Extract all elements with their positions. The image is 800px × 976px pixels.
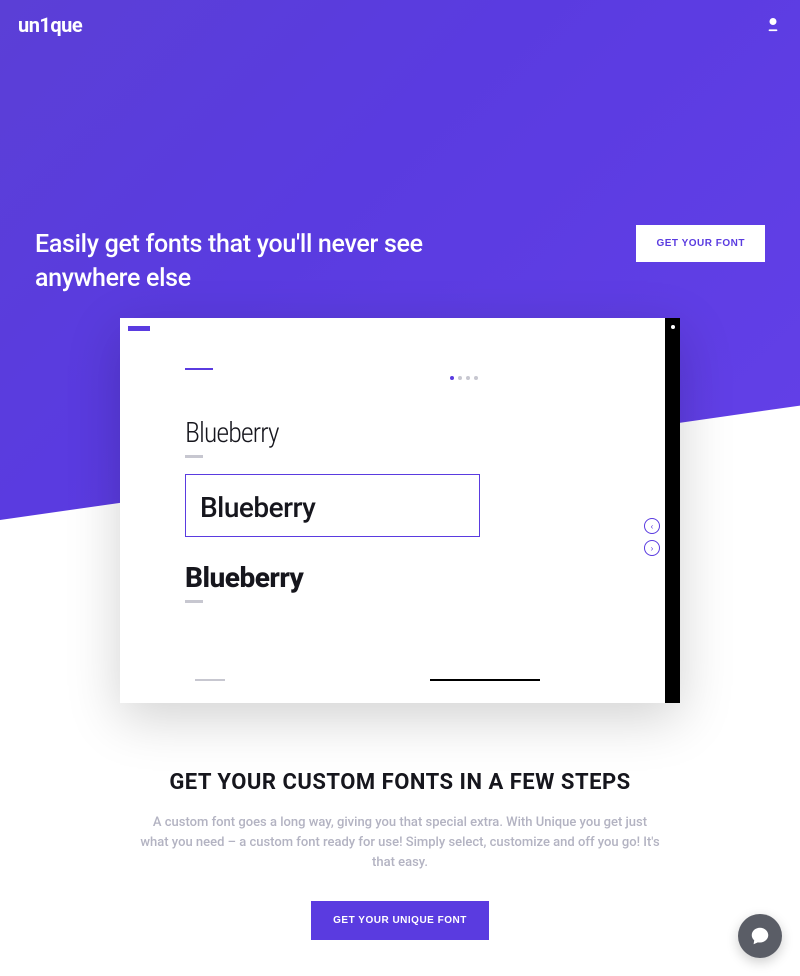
prev-sample-button[interactable]: ‹ (644, 518, 660, 534)
sample-text: Blueberry (200, 491, 465, 524)
sample-underline (185, 600, 203, 603)
preview-content: Blueberry Blueberry Blueberry ‹ › (185, 368, 640, 693)
footer-line (430, 679, 540, 681)
footer-line (195, 679, 225, 681)
sample-nav-arrows: ‹ › (644, 518, 660, 556)
steps-title: GET YOUR CUSTOM FONTS IN A FEW STEPS (100, 770, 700, 795)
sample-underline (185, 455, 203, 458)
pager-dot[interactable] (450, 376, 454, 380)
sample-text: Blueberry (185, 561, 640, 594)
preview-scrollbar[interactable] (665, 318, 680, 703)
pager-dots[interactable] (450, 376, 478, 380)
accent-line (185, 368, 213, 370)
preview-accent-bar (128, 326, 150, 331)
pager-dot[interactable] (466, 376, 470, 380)
chevron-left-icon: ‹ (651, 522, 654, 531)
font-preview-window: Blueberry Blueberry Blueberry ‹ › (120, 318, 680, 703)
chat-icon (749, 925, 771, 947)
sample-text: Blueberry (185, 416, 640, 449)
pager-dot[interactable] (474, 376, 478, 380)
brand-logo[interactable]: un1que (18, 13, 82, 37)
steps-section: GET YOUR CUSTOM FONTS IN A FEW STEPS A c… (0, 770, 800, 940)
chevron-right-icon: › (651, 544, 654, 553)
preview-footer-lines (185, 679, 640, 681)
chat-widget-button[interactable] (738, 914, 782, 958)
hero-headline: Easily get fonts that you'll never see a… (35, 228, 475, 296)
font-sample[interactable]: Blueberry (185, 543, 640, 613)
account-icon[interactable] (766, 17, 782, 33)
steps-description: A custom font goes a long way, giving yo… (140, 813, 660, 873)
scrollbar-dot (671, 325, 675, 329)
next-sample-button[interactable]: › (644, 540, 660, 556)
get-font-button[interactable]: GET YOUR FONT (636, 225, 765, 262)
top-nav: un1que (0, 0, 800, 50)
font-sample-selected[interactable]: Blueberry (185, 474, 480, 537)
pager-dot[interactable] (458, 376, 462, 380)
font-sample[interactable]: Blueberry (185, 398, 640, 468)
get-unique-font-button[interactable]: GET YOUR UNIQUE FONT (311, 901, 489, 940)
